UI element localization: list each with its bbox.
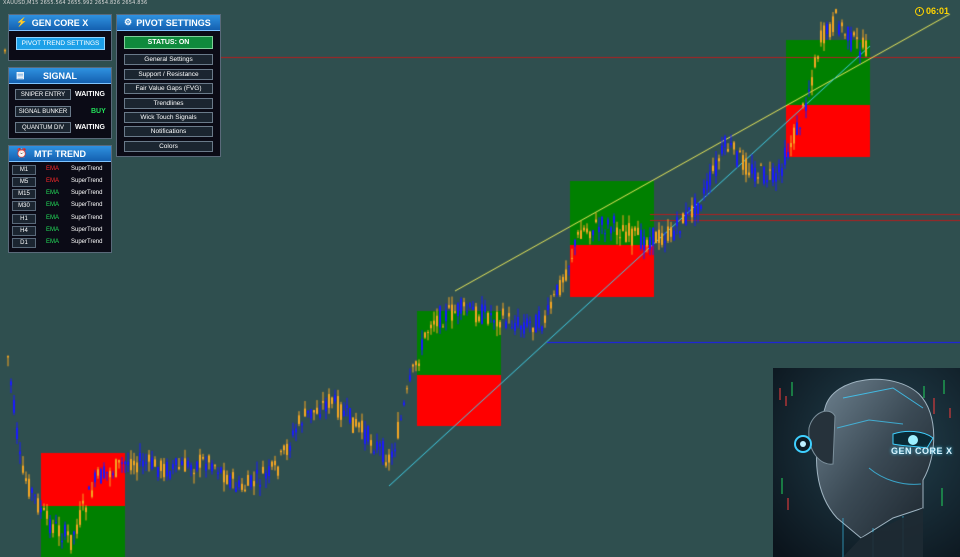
- mtf-tf-h4: H4: [12, 226, 36, 236]
- alarm-clock-icon: ⏰: [16, 148, 28, 158]
- mtf-st-m15: SuperTrend: [71, 190, 103, 196]
- mtf-st-m30: SuperTrend: [71, 202, 103, 208]
- sniper-entry-label: SNIPER ENTRY: [15, 89, 71, 100]
- pivot-trend-settings-button[interactable]: PIVOT TREND SETTINGS: [16, 37, 105, 50]
- chart-icon: ▤: [16, 70, 25, 80]
- mtf-ema-m15: EMA: [46, 190, 60, 196]
- core-panel-header: ⚡ GEN CORE X: [9, 15, 111, 31]
- signal-panel: ▤ SIGNAL SNIPER ENTRY WAITING SIGNAL BUN…: [8, 67, 112, 139]
- mtf-panel-title: MTF TREND: [34, 148, 86, 159]
- support-resistance-button[interactable]: Support / Resistance: [124, 69, 213, 80]
- robot-branding-image: GEN CORE X: [773, 368, 960, 557]
- mtf-trend-panel: ⏰ MTF TREND M1 EMA SuperTrend M5 EMA Sup…: [8, 145, 112, 253]
- mtf-ema-m5: EMA: [46, 178, 60, 184]
- status-toggle-button[interactable]: STATUS: ON: [124, 36, 213, 49]
- mtf-tf-m5: M5: [12, 177, 36, 187]
- colors-button[interactable]: Colors: [124, 141, 213, 152]
- core-panel: ⚡ GEN CORE X PIVOT TREND SETTINGS: [8, 14, 112, 61]
- mtf-ema-m1: EMA: [46, 166, 60, 172]
- gear-icon: ⚙: [124, 17, 133, 27]
- sniper-entry-value: WAITING: [75, 91, 105, 98]
- pivot-panel-title: PIVOT SETTINGS: [136, 17, 211, 28]
- quantum-div-value: WAITING: [75, 124, 105, 131]
- signal-panel-title: SIGNAL: [42, 70, 77, 81]
- mtf-panel-header: ⏰ MTF TREND: [9, 146, 111, 162]
- mtf-st-d1: SuperTrend: [71, 239, 103, 245]
- mtf-st-h4: SuperTrend: [71, 227, 103, 233]
- signal-bunker-label: SIGNAL BUNKER: [15, 106, 71, 117]
- mtf-ema-d1: EMA: [46, 239, 60, 245]
- wick-touch-signals-button[interactable]: Wick Touch Signals: [124, 112, 213, 123]
- pivot-settings-panel: ⚙ PIVOT SETTINGS STATUS: ON General Sett…: [116, 14, 221, 157]
- mtf-ema-m30: EMA: [46, 202, 60, 208]
- mtf-ema-h4: EMA: [46, 227, 60, 233]
- mtf-st-h1: SuperTrend: [71, 215, 103, 221]
- mtf-st-m1: SuperTrend: [71, 166, 103, 172]
- trendlines-button[interactable]: Trendlines: [124, 98, 213, 109]
- clock-icon: [915, 6, 924, 16]
- mtf-tf-m30: M30: [12, 201, 36, 211]
- symbol-info: XAUUSD,M15 2655.564 2655.992 2654.826 26…: [3, 0, 148, 6]
- robot-illustration: [773, 368, 960, 557]
- signal-panel-header: ▤ SIGNAL: [9, 68, 111, 84]
- core-panel-title: GEN CORE X: [31, 17, 89, 28]
- mtf-ema-h1: EMA: [46, 215, 60, 221]
- general-settings-button[interactable]: General Settings: [124, 54, 213, 65]
- fvg-button[interactable]: Fair Value Gaps (FVG): [124, 83, 213, 94]
- mtf-tf-d1: D1: [12, 238, 36, 248]
- pivot-panel-header: ⚙ PIVOT SETTINGS: [117, 15, 220, 31]
- lightning-icon: ⚡: [16, 17, 28, 27]
- quantum-div-label: QUANTUM DIV: [15, 122, 71, 133]
- mtf-st-m5: SuperTrend: [71, 178, 103, 184]
- brand-logo-text: GEN CORE X: [891, 446, 953, 456]
- mtf-tf-m1: M1: [12, 165, 36, 175]
- signal-bunker-value: BUY: [91, 108, 106, 115]
- countdown-time: 06:01: [926, 6, 950, 16]
- candle-countdown: 06:01: [915, 6, 949, 16]
- mtf-tf-h1: H1: [12, 214, 36, 224]
- notifications-button[interactable]: Notifications: [124, 126, 213, 137]
- mtf-tf-m15: M15: [12, 189, 36, 199]
